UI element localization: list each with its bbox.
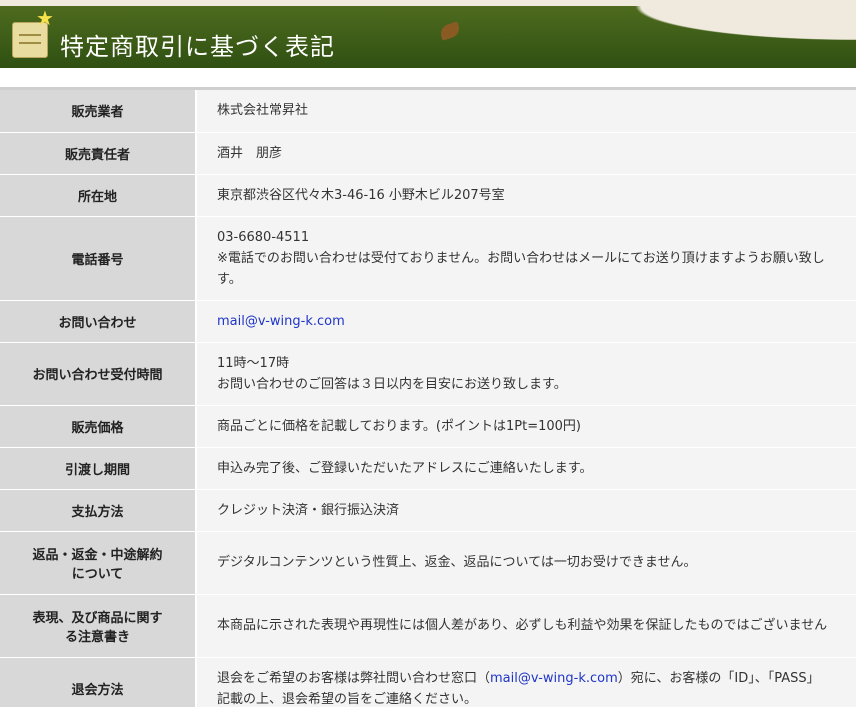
reply-note: お問い合わせのご回答は３日以内を目安にお送り致します。 <box>217 374 856 395</box>
withdrawal-text: ）宛に、お客様の「ID」、「PASS」 <box>618 671 820 686</box>
info-table-wrapper: 販売業者 株式会社常昇社 販売責任者 酒井 朋彦 所在地 東京都渋谷区代々木3-… <box>0 87 856 707</box>
table-row: 販売責任者 酒井 朋彦 <box>0 132 856 174</box>
row-value: 申込み完了後、ご登録いただいたアドレスにご連絡いたします。 <box>196 447 856 489</box>
table-row: お問い合わせ mail@v-wing-k.com <box>0 300 856 342</box>
row-value: クレジット決済・銀行振込決済 <box>196 489 856 531</box>
row-value: 株式会社常昇社 <box>196 90 856 132</box>
row-value: mail@v-wing-k.com <box>196 300 856 342</box>
row-value: 退会をご希望のお客様は弊社問い合わせ窓口（mail@v-wing-k.com）宛… <box>196 657 856 707</box>
table-row: 支払方法 クレジット決済・銀行振込決済 <box>0 489 856 531</box>
withdrawal-line-2: 記載の上、退会希望の旨をご連絡ください。 <box>217 689 856 707</box>
row-label: 販売責任者 <box>0 132 196 174</box>
table-row: 販売価格 商品ごとに価格を記載しております。(ポイントは1Pt=100円) <box>0 405 856 447</box>
row-label: お問い合わせ受付時間 <box>0 342 196 405</box>
star-icon: ★ <box>36 8 54 28</box>
row-value: 東京都渋谷区代々木3-46-16 小野木ビル207号室 <box>196 174 856 216</box>
row-value: 03-6680-4511 ※電話でのお問い合わせは受付ておりません。お問い合わせ… <box>196 216 856 300</box>
table-row: 表現、及び商品に関す る注意書き 本商品に示された表現や再現性には個人差があり、… <box>0 594 856 657</box>
row-label-line: る注意書き <box>10 626 185 645</box>
contact-email-link[interactable]: mail@v-wing-k.com <box>217 314 345 329</box>
row-value: 商品ごとに価格を記載しております。(ポイントは1Pt=100円) <box>196 405 856 447</box>
row-label: 電話番号 <box>0 216 196 300</box>
row-label: 返品・返金・中途解約 について <box>0 531 196 594</box>
page-title: 特定商取引に基づく表記 <box>60 27 335 62</box>
row-label: 表現、及び商品に関す る注意書き <box>0 594 196 657</box>
row-label: 販売価格 <box>0 405 196 447</box>
table-row: 引渡し期間 申込み完了後、ご登録いただいたアドレスにご連絡いたします。 <box>0 447 856 489</box>
row-value: 11時～17時 お問い合わせのご回答は３日以内を目安にお送り致します。 <box>196 342 856 405</box>
row-label-line: について <box>10 563 185 582</box>
commerce-law-table: 販売業者 株式会社常昇社 販売責任者 酒井 朋彦 所在地 東京都渋谷区代々木3-… <box>0 90 856 707</box>
table-row: 退会方法 退会をご希望のお客様は弊社問い合わせ窓口（mail@v-wing-k.… <box>0 657 856 707</box>
table-row: お問い合わせ受付時間 11時～17時 お問い合わせのご回答は３日以内を目安にお送… <box>0 342 856 405</box>
phone-number: 03-6680-4511 <box>217 227 856 248</box>
row-label-line: 表現、及び商品に関す <box>10 607 185 626</box>
hours-text: 11時～17時 <box>217 353 856 374</box>
page-header: ★ 特定商取引に基づく表記 <box>0 0 856 68</box>
table-row: 返品・返金・中途解約 について デジタルコンテンツという性質上、返金、返品につい… <box>0 531 856 594</box>
row-label: 所在地 <box>0 174 196 216</box>
withdrawal-text: 退会をご希望のお客様は弊社問い合わせ窓口（ <box>217 671 490 686</box>
row-label: 販売業者 <box>0 90 196 132</box>
table-row: 所在地 東京都渋谷区代々木3-46-16 小野木ビル207号室 <box>0 174 856 216</box>
row-value: 本商品に示された表現や再現性には個人差があり、必ずしも利益や効果を保証したもので… <box>196 594 856 657</box>
row-label: 支払方法 <box>0 489 196 531</box>
withdrawal-email-link[interactable]: mail@v-wing-k.com <box>490 671 618 686</box>
row-label: 引渡し期間 <box>0 447 196 489</box>
phone-note-continued: す。 <box>217 269 856 290</box>
row-value: デジタルコンテンツという性質上、返金、返品については一切お受けできません。 <box>196 531 856 594</box>
phone-note: ※電話でのお問い合わせは受付ておりません。お問い合わせはメールにてお送り頂けます… <box>217 248 856 269</box>
row-label: 退会方法 <box>0 657 196 707</box>
withdrawal-line-1: 退会をご希望のお客様は弊社問い合わせ窓口（mail@v-wing-k.com）宛… <box>217 668 856 689</box>
row-label-line: 返品・返金・中途解約 <box>10 544 185 563</box>
table-row: 販売業者 株式会社常昇社 <box>0 90 856 132</box>
row-label: お問い合わせ <box>0 300 196 342</box>
row-value: 酒井 朋彦 <box>196 132 856 174</box>
table-row: 電話番号 03-6680-4511 ※電話でのお問い合わせは受付ておりません。お… <box>0 216 856 300</box>
